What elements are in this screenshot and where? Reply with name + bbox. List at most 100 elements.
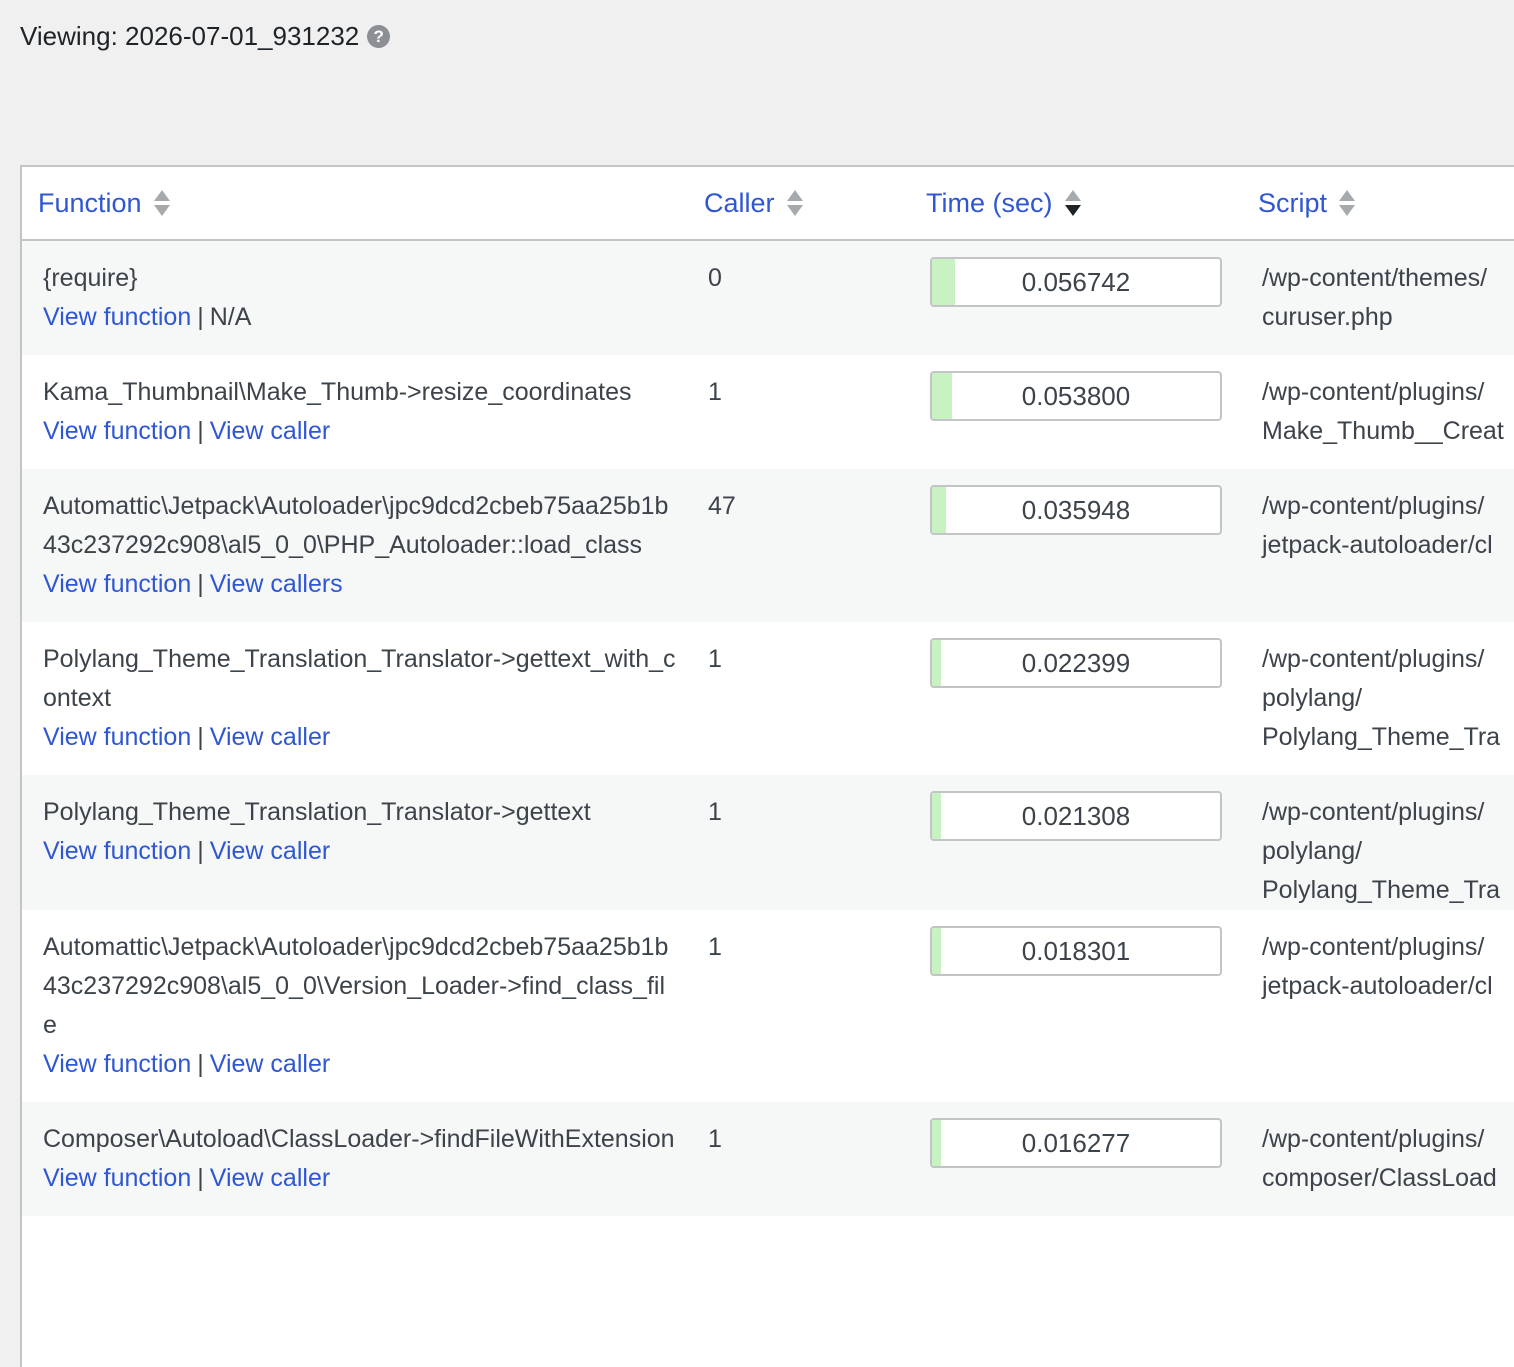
link-separator: | xyxy=(197,723,204,751)
time-value: 0.022399 xyxy=(1021,647,1131,678)
column-header-script[interactable]: Script xyxy=(1242,167,1514,241)
time-bar: 0.035948 xyxy=(930,485,1222,535)
link-separator: | xyxy=(197,303,204,331)
sort-descending-icon[interactable] xyxy=(1064,190,1081,216)
table-row: Automattic\Jetpack\Autoloader\jpc9dcd2cb… xyxy=(22,910,1514,1102)
question-circle-icon[interactable]: ? xyxy=(367,24,391,48)
time-bar: 0.056742 xyxy=(930,257,1222,307)
time-value: 0.016277 xyxy=(1021,1127,1131,1158)
row-links: View function | View caller xyxy=(43,718,678,757)
script-path-line: jetpack-autoloader/cl xyxy=(1262,972,1493,1000)
time-value: 0.053800 xyxy=(1021,380,1131,411)
function-cell: Automattic\Jetpack\Autoloader\jpc9dcd2cb… xyxy=(22,469,688,622)
function-name: Polylang_Theme_Translation_Translator->g… xyxy=(43,798,591,826)
caller-count-cell: 0 xyxy=(688,240,910,355)
time-cell: 0.035948 xyxy=(910,469,1242,622)
script-path-line: jetpack-autoloader/cl xyxy=(1262,531,1493,559)
view-function-link[interactable]: View function xyxy=(43,417,191,445)
script-cell: /wp-content/plugins/polylang/Polylang_Th… xyxy=(1242,622,1514,775)
sort-icon[interactable] xyxy=(153,190,170,216)
script-cell: /wp-content/plugins/jetpack-autoloader/c… xyxy=(1242,910,1514,1102)
time-value: 0.035948 xyxy=(1021,494,1131,525)
view-function-link[interactable]: View function xyxy=(43,837,191,865)
column-header-function-label[interactable]: Function xyxy=(38,188,142,219)
script-path-line: polylang/ xyxy=(1262,837,1363,865)
script-path-line: /wp-content/themes/ xyxy=(1262,264,1488,292)
table-row: {require} View function | N/A 0 0.056742 /… xyxy=(22,240,1514,355)
caller-count-cell: 1 xyxy=(688,1102,910,1216)
caller-count: 1 xyxy=(708,378,722,406)
link-separator: | xyxy=(197,570,204,598)
view-caller-link[interactable]: View caller xyxy=(210,417,330,445)
viewing-header: Viewing: 2026-07-01_931232 ? xyxy=(20,18,391,54)
script-path-line: /wp-content/plugins/ xyxy=(1262,492,1485,520)
table-row: Polylang_Theme_Translation_Translator->g… xyxy=(22,775,1514,910)
row-links: View function | N/A xyxy=(43,298,678,337)
view-function-link[interactable]: View function xyxy=(43,1164,191,1192)
table-row: Automattic\Jetpack\Autoloader\jpc9dcd2cb… xyxy=(22,469,1514,622)
column-header-caller[interactable]: Caller xyxy=(688,167,910,241)
function-name: Polylang_Theme_Translation_Translator->g… xyxy=(43,645,676,712)
row-links: View function | View caller xyxy=(43,412,678,451)
function-cell: Polylang_Theme_Translation_Translator->g… xyxy=(22,622,688,775)
caller-count-cell: 1 xyxy=(688,775,910,910)
script-path-line: /wp-content/plugins/ xyxy=(1262,378,1485,406)
caller-na-text: N/A xyxy=(209,303,252,331)
function-name: Kama_Thumbnail\Make_Thumb->resize_coordi… xyxy=(43,378,632,406)
caller-count-cell: 1 xyxy=(688,910,910,1102)
script-cell: /wp-content/plugins/composer/ClassLoad xyxy=(1242,1102,1514,1216)
view-function-link[interactable]: View function xyxy=(43,723,191,751)
sort-icon[interactable] xyxy=(1339,190,1356,216)
view-caller-link[interactable]: View caller xyxy=(210,723,330,751)
function-cell: Polylang_Theme_Translation_Translator->g… xyxy=(22,775,688,910)
caller-count: 1 xyxy=(708,933,722,961)
caller-count: 1 xyxy=(708,1125,722,1153)
column-header-time[interactable]: Time (sec) xyxy=(910,167,1242,241)
script-path-line: composer/ClassLoad xyxy=(1262,1164,1497,1192)
script-path-line: /wp-content/plugins/ xyxy=(1262,933,1485,961)
profile-table: Function Caller Time (sec) Script {requi… xyxy=(22,167,1514,1216)
caller-count-cell: 47 xyxy=(688,469,910,622)
script-path-line: /wp-content/plugins/ xyxy=(1262,1125,1485,1153)
row-links: View function | View caller xyxy=(43,832,678,871)
view-caller-link[interactable]: View callers xyxy=(210,570,343,598)
time-value: 0.056742 xyxy=(1021,266,1131,297)
time-bar: 0.022399 xyxy=(930,638,1222,688)
function-cell: Kama_Thumbnail\Make_Thumb->resize_coordi… xyxy=(22,355,688,469)
column-header-caller-label[interactable]: Caller xyxy=(704,188,775,219)
link-separator: | xyxy=(197,417,204,445)
time-value: 0.021308 xyxy=(1021,800,1131,831)
time-bar: 0.018301 xyxy=(930,926,1222,976)
caller-count-cell: 1 xyxy=(688,622,910,775)
caller-count: 0 xyxy=(708,264,722,292)
time-cell: 0.022399 xyxy=(910,622,1242,775)
link-separator: | xyxy=(197,1164,204,1192)
view-function-link[interactable]: View function xyxy=(43,570,191,598)
sort-icon[interactable] xyxy=(786,190,803,216)
function-name: Automattic\Jetpack\Autoloader\jpc9dcd2cb… xyxy=(43,492,669,559)
table-row: Polylang_Theme_Translation_Translator->g… xyxy=(22,622,1514,775)
time-cell: 0.016277 xyxy=(910,1102,1242,1216)
view-caller-link[interactable]: View caller xyxy=(210,1164,330,1192)
script-cell: /wp-content/plugins/jetpack-autoloader/c… xyxy=(1242,469,1514,622)
link-separator: | xyxy=(197,837,204,865)
column-header-script-label[interactable]: Script xyxy=(1258,188,1327,219)
time-value: 0.018301 xyxy=(1021,935,1131,966)
script-path-line: /wp-content/plugins/ xyxy=(1262,798,1485,826)
script-cell: /wp-content/plugins/Make_Thumb__Creat xyxy=(1242,355,1514,469)
script-path-line: Polylang_Theme_Tra xyxy=(1262,723,1501,751)
function-cell: {require} View function | N/A xyxy=(22,240,688,355)
function-name: {require} xyxy=(43,264,138,292)
view-function-link[interactable]: View function xyxy=(43,303,191,331)
view-function-link[interactable]: View function xyxy=(43,1050,191,1078)
view-caller-link[interactable]: View caller xyxy=(210,1050,330,1078)
table-header-row: Function Caller Time (sec) Script xyxy=(22,167,1514,241)
view-caller-link[interactable]: View caller xyxy=(210,837,330,865)
column-header-function[interactable]: Function xyxy=(22,167,688,241)
script-path-line: curuser.php xyxy=(1262,303,1393,331)
row-links: View function | View caller xyxy=(43,1159,678,1198)
profile-table-container: Function Caller Time (sec) Script {requi… xyxy=(20,165,1514,1367)
script-path-line: Make_Thumb__Creat xyxy=(1262,417,1504,445)
caller-count: 1 xyxy=(708,798,722,826)
column-header-time-label[interactable]: Time (sec) xyxy=(926,188,1053,219)
